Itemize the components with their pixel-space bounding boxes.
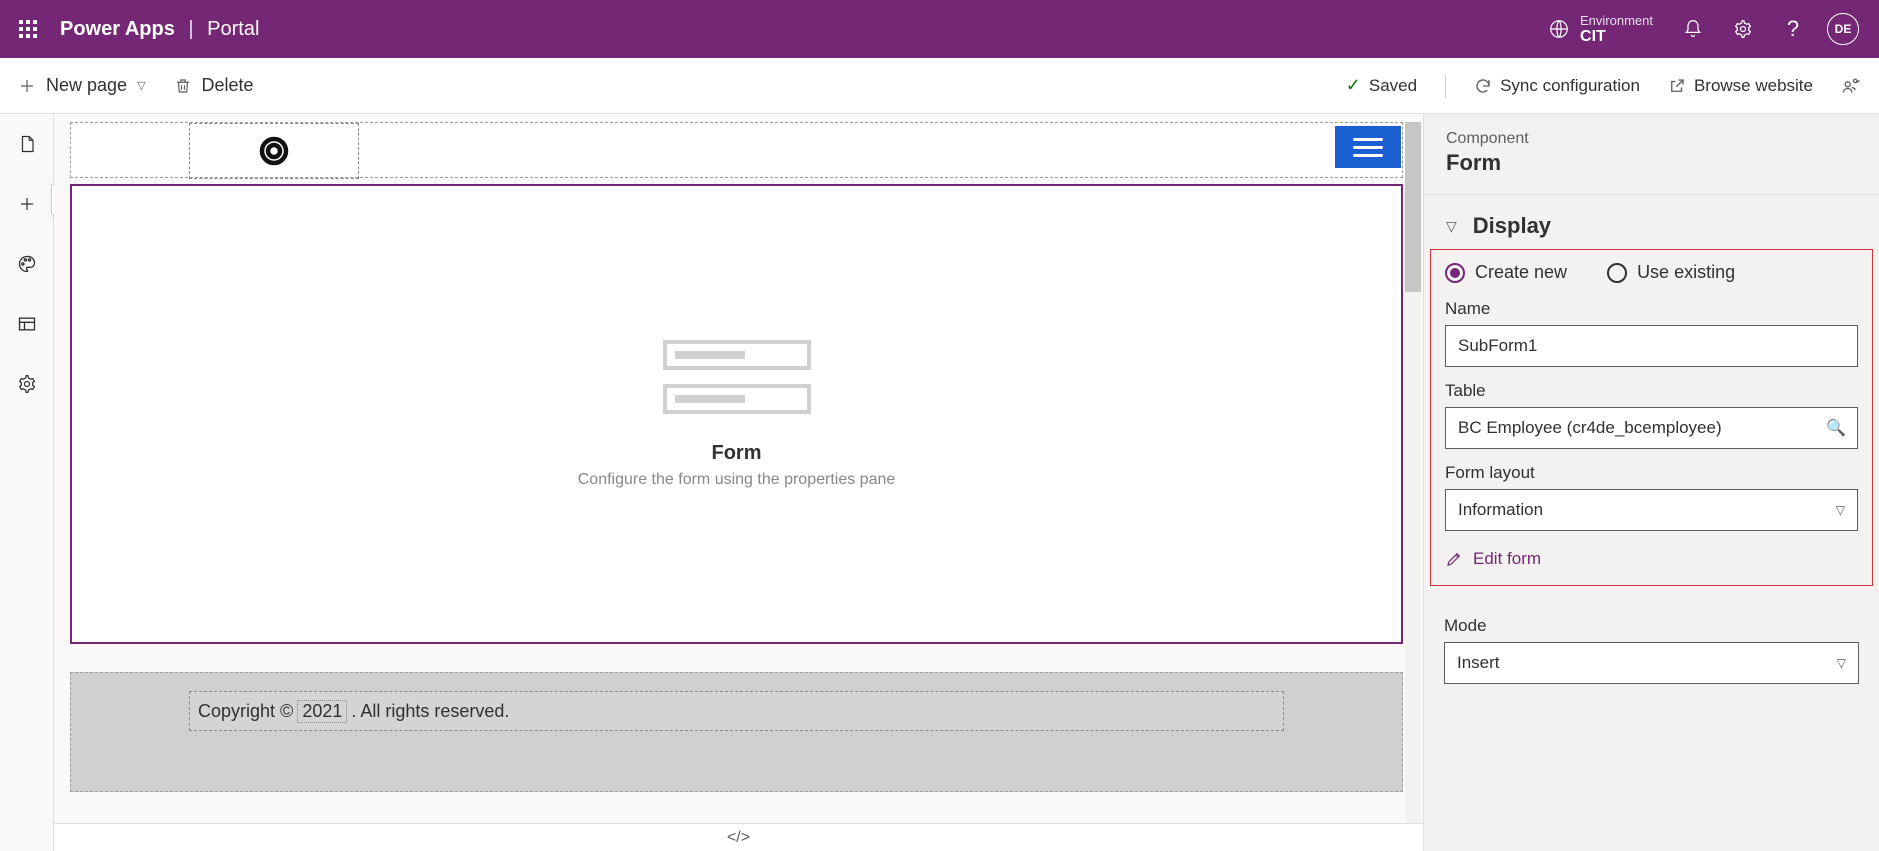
rail-settings-icon[interactable] [11,368,43,400]
rail-templates-icon[interactable] [11,308,43,340]
chevron-down-icon: ▽ [137,79,145,92]
user-avatar[interactable]: DE [1827,13,1859,45]
code-icon: </> [727,829,750,847]
search-icon[interactable]: 🔍 [1826,418,1846,438]
footer-prefix: Copyright © [198,701,293,722]
browse-website-button[interactable]: Browse website [1668,76,1813,96]
edit-icon [1445,550,1463,568]
checkmark-icon: ✓ [1346,75,1361,96]
create-new-label: Create new [1475,262,1567,283]
sync-button[interactable]: Sync configuration [1474,76,1640,96]
form-settings-group: Create new Use existing Name Table 🔍 For… [1430,249,1873,586]
canvas[interactable]: Form Configure the form using the proper… [54,114,1879,851]
footer-suffix: . All rights reserved. [351,701,509,722]
name-field-label: Name [1445,299,1858,319]
plus-icon [18,77,36,95]
delete-button[interactable]: Delete [174,75,254,96]
delete-label: Delete [202,75,254,96]
edit-form-label: Edit form [1473,549,1541,569]
browse-label: Browse website [1694,76,1813,96]
rail-pages-icon[interactable] [11,128,43,160]
trash-icon [174,77,192,95]
globe-icon [1548,18,1570,40]
command-bar: New page ▽ Delete ✓ Saved Sync configura… [0,58,1879,114]
help-icon[interactable]: ? [1777,13,1809,45]
form-component-placeholder[interactable]: Form Configure the form using the proper… [70,184,1403,644]
mode-select[interactable]: Insert ▽ [1444,642,1859,684]
share-button[interactable] [1841,76,1861,96]
properties-overline: Component [1446,130,1857,148]
form-layout-select[interactable]: Information ▽ [1445,489,1858,531]
environment-name: CIT [1580,28,1653,46]
canvas-scrollbar-thumb[interactable] [1405,122,1421,292]
canvas-scrollbar[interactable] [1405,122,1421,843]
rail-components-icon[interactable]: Components [11,188,43,220]
create-new-radio[interactable]: Create new [1445,262,1567,283]
footer-text[interactable]: Copyright © 2021 . All rights reserved. [189,691,1284,731]
notifications-icon[interactable] [1677,13,1709,45]
table-lookup[interactable]: 🔍 [1445,407,1858,449]
form-placeholder-subtitle: Configure the form using the properties … [578,471,896,489]
saved-label: Saved [1369,76,1417,96]
chevron-down-icon: ▽ [1836,503,1845,517]
environment-picker[interactable]: Environment CIT [1548,13,1653,46]
sync-label: Sync configuration [1500,76,1640,96]
form-placeholder-title: Form [712,442,762,465]
topbar: Power Apps | Portal Environment CIT ? DE [0,0,1879,58]
settings-icon[interactable] [1727,13,1759,45]
table-field-label: Table [1445,381,1858,401]
use-existing-label: Use existing [1637,262,1735,283]
properties-header: Component Form [1424,114,1879,195]
rail-theme-icon[interactable] [11,248,43,280]
waffle-icon[interactable] [8,9,48,49]
form-layout-value: Information [1458,500,1543,520]
saved-status: ✓ Saved [1346,75,1417,96]
footer-year: 2021 [297,700,347,723]
logo-icon [256,133,292,169]
page-header-section[interactable] [70,122,1403,178]
name-input[interactable] [1445,325,1858,367]
app-title[interactable]: Power Apps | Portal [60,18,259,41]
sync-icon [1474,77,1492,95]
edit-form-link[interactable]: Edit form [1445,549,1858,569]
chevron-down-icon: ▽ [1837,656,1846,670]
share-icon [1841,76,1861,96]
app-context: Portal [207,18,259,40]
cmdbar-divider [1445,74,1446,98]
new-page-label: New page [46,75,127,96]
mode-value: Insert [1457,653,1500,673]
new-page-button[interactable]: New page ▽ [18,75,146,96]
external-link-icon [1668,77,1686,95]
properties-title: Form [1446,150,1857,176]
use-existing-radio[interactable]: Use existing [1607,262,1735,283]
mode-field-label: Mode [1444,616,1859,636]
display-section-label: Display [1473,213,1551,239]
nav-toggle-button[interactable] [1335,126,1401,168]
page-footer-section[interactable]: Copyright © 2021 . All rights reserved. [70,672,1403,792]
form-placeholder-graphic [663,340,811,414]
environment-label: Environment [1580,13,1653,28]
code-view-toggle[interactable]: </> [54,823,1423,851]
logo-placeholder[interactable] [189,123,359,179]
left-rail: Components [0,114,54,851]
app-name: Power Apps [60,18,175,40]
chevron-down-icon: ▽ [1446,218,1457,235]
display-section-toggle[interactable]: ▽ Display [1424,195,1879,249]
table-input[interactable] [1445,407,1858,449]
properties-pane: Component Form ▽ Display Create new Use … [1423,114,1879,851]
title-separator: | [188,18,193,40]
form-layout-label: Form layout [1445,463,1858,483]
